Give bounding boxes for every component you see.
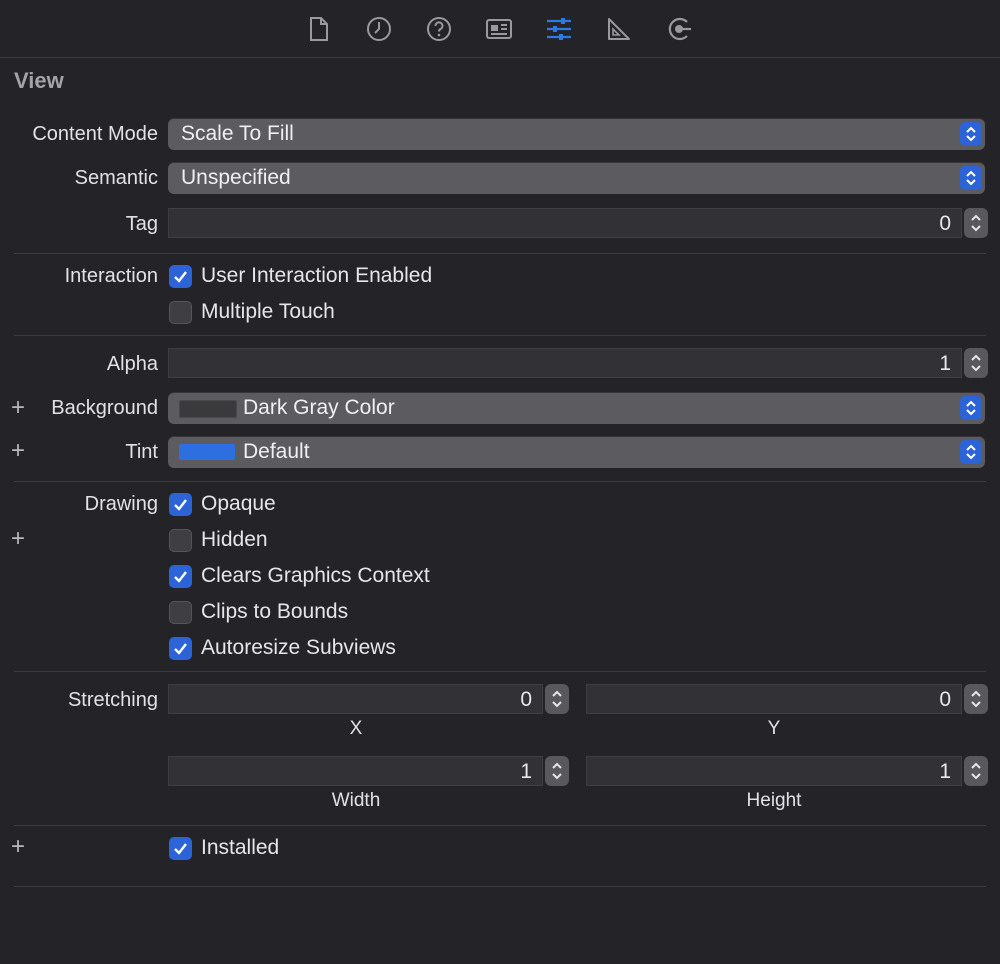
installed-label: Installed <box>201 836 280 859</box>
stretching-width-label: Width <box>331 790 381 811</box>
tag-label: Tag <box>125 213 158 235</box>
popup-arrows-icon <box>960 122 982 146</box>
semantic-popup[interactable]: Unspecified <box>168 162 985 194</box>
content-mode-popup[interactable]: Scale To Fill <box>168 118 985 150</box>
multiple-touch-label: Multiple Touch <box>201 300 335 323</box>
stretching-x-value: 0 <box>520 688 532 711</box>
stretching-y-label: Y <box>767 718 781 739</box>
installed-checkbox[interactable] <box>169 837 192 860</box>
stretching-y-value: 0 <box>939 688 951 711</box>
add-variation-icon[interactable]: + <box>8 835 28 859</box>
hidden-label: Hidden <box>201 528 268 551</box>
interaction-label: Interaction <box>64 265 158 287</box>
help-icon[interactable] <box>422 12 456 46</box>
add-variation-icon[interactable]: + <box>8 439 28 463</box>
user-interaction-label: User Interaction Enabled <box>201 264 433 287</box>
stretching-width-field[interactable]: 1 <box>168 756 543 786</box>
connections-icon[interactable] <box>662 12 696 46</box>
stretching-x-field[interactable]: 0 <box>168 684 543 714</box>
opaque-checkbox[interactable] <box>169 493 192 516</box>
semantic-value: Unspecified <box>181 166 291 189</box>
alpha-stepper[interactable] <box>964 348 988 378</box>
popup-arrows-icon <box>960 440 982 464</box>
divider <box>14 886 986 887</box>
tag-stepper[interactable] <box>964 208 988 238</box>
semantic-label: Semantic <box>74 167 158 189</box>
file-icon[interactable] <box>302 12 336 46</box>
background-label: Background <box>51 397 158 419</box>
multiple-touch-checkbox[interactable] <box>169 301 192 324</box>
divider <box>14 825 986 826</box>
clips-to-bounds-label: Clips to Bounds <box>201 600 349 623</box>
inspector-toolbar <box>0 0 1000 58</box>
divider <box>14 671 986 672</box>
drawing-label: Drawing <box>84 493 158 515</box>
autoresize-label: Autoresize Subviews <box>201 636 396 659</box>
stretching-x-label: X <box>349 718 363 739</box>
popup-arrows-icon <box>960 166 982 190</box>
stretching-y-field[interactable]: 0 <box>586 684 962 714</box>
divider <box>14 253 986 254</box>
history-icon[interactable] <box>362 12 396 46</box>
stretching-width-stepper[interactable] <box>545 756 569 786</box>
tint-color-swatch <box>179 444 235 460</box>
opaque-label: Opaque <box>201 492 276 515</box>
tint-label: Tint <box>125 441 158 463</box>
tint-value: Default <box>243 440 310 463</box>
section-title: View <box>14 68 64 93</box>
stretching-height-value: 1 <box>939 760 951 783</box>
divider <box>14 481 986 482</box>
background-value: Dark Gray Color <box>243 396 395 419</box>
stretching-label: Stretching <box>67 689 158 711</box>
identity-icon[interactable] <box>482 12 516 46</box>
user-interaction-checkbox[interactable] <box>169 265 192 288</box>
stretching-height-label: Height <box>746 790 802 811</box>
divider <box>14 335 986 336</box>
alpha-value: 1 <box>939 352 951 375</box>
attributes-icon[interactable] <box>542 12 576 46</box>
stretching-height-stepper[interactable] <box>964 756 988 786</box>
background-popup[interactable]: Dark Gray Color <box>168 392 985 424</box>
clears-graphics-label: Clears Graphics Context <box>201 564 430 587</box>
content-mode-value: Scale To Fill <box>181 122 294 145</box>
tint-popup[interactable]: Default <box>168 436 985 468</box>
size-ruler-icon[interactable] <box>602 12 636 46</box>
add-variation-icon[interactable]: + <box>8 527 28 551</box>
stretching-width-value: 1 <box>520 760 532 783</box>
tag-field[interactable]: 0 <box>168 208 962 238</box>
stretching-y-stepper[interactable] <box>964 684 988 714</box>
stretching-x-stepper[interactable] <box>545 684 569 714</box>
background-color-swatch <box>179 400 237 418</box>
alpha-field[interactable]: 1 <box>168 348 962 378</box>
hidden-checkbox[interactable] <box>169 529 192 552</box>
add-variation-icon[interactable]: + <box>8 396 28 420</box>
tag-value: 0 <box>939 212 951 235</box>
autoresize-checkbox[interactable] <box>169 637 192 660</box>
alpha-label: Alpha <box>106 353 158 375</box>
stretching-height-field[interactable]: 1 <box>586 756 962 786</box>
popup-arrows-icon <box>960 396 982 420</box>
clears-graphics-checkbox[interactable] <box>169 565 192 588</box>
clips-to-bounds-checkbox[interactable] <box>169 601 192 624</box>
content-mode-label: Content Mode <box>32 123 158 145</box>
